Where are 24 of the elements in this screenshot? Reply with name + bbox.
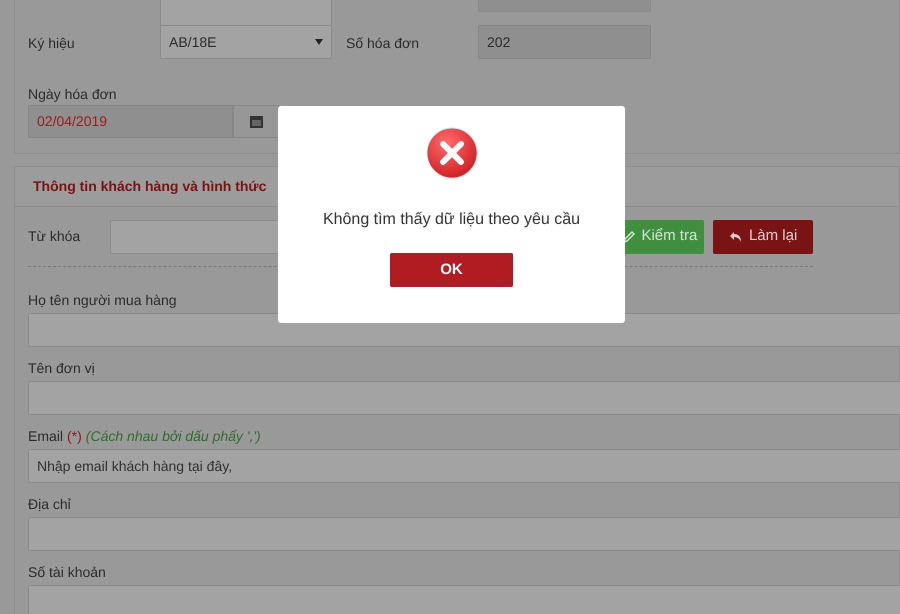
field-label: Ký hiệu xyxy=(28,34,75,53)
field-label: Tên đơn vị xyxy=(28,358,95,378)
required-mark: (*) xyxy=(67,426,82,446)
field-label: Email xyxy=(28,426,64,446)
calendar-icon xyxy=(250,115,262,128)
field-label: Số tài khoản xyxy=(28,562,106,582)
field-hint: (Cách nhau bởi dấu phẩy ',') xyxy=(86,426,261,446)
pencil-icon xyxy=(623,230,636,242)
field-label: Từ khóa xyxy=(28,227,82,246)
input-field[interactable]: 202 xyxy=(478,25,651,59)
symbol-select[interactable]: AB/18E xyxy=(160,25,332,59)
input-field[interactable]: Nhập email khách hàng tại đây, xyxy=(28,449,900,483)
undo-icon xyxy=(728,230,743,242)
dialog-message: Không tìm thấy dữ liệu theo yêu cầu xyxy=(322,210,580,230)
field-label: Ngày hóa đơn xyxy=(28,85,117,104)
reset-button[interactable]: Làm lại xyxy=(713,220,813,254)
error-icon xyxy=(426,127,478,179)
field-label: Số hóa đơn xyxy=(346,34,420,53)
panel-title: Thông tin khách hàng và hình thức xyxy=(33,177,266,196)
ok-button[interactable]: OK xyxy=(390,253,513,287)
calendar-button[interactable] xyxy=(233,105,279,138)
field-label: Họ tên người mua hàng xyxy=(28,290,177,310)
caret-icon xyxy=(315,39,323,45)
field-label: Địa chỉ xyxy=(28,494,71,514)
